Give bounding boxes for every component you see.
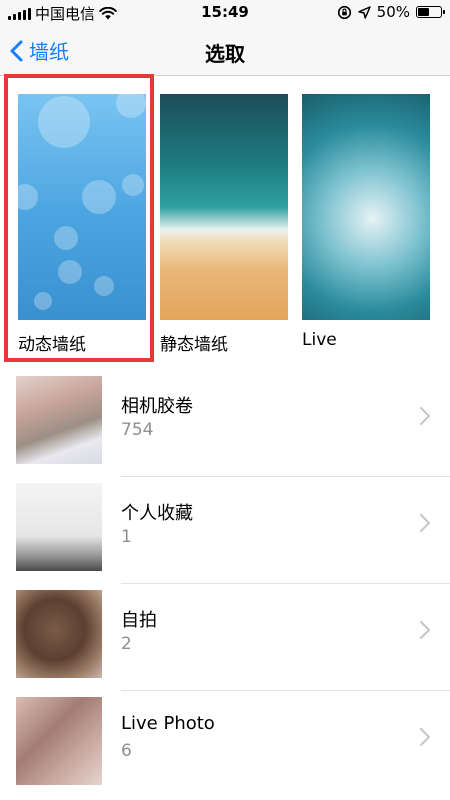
chevron-right-icon [419,727,431,747]
album-name: 自拍 [121,610,157,631]
live-wallpaper-tile[interactable] [302,94,430,320]
album-thumbnail [16,697,102,785]
bubble-decoration [122,174,144,196]
bubble-decoration [34,292,52,310]
bubble-decoration [82,180,116,214]
wallpaper-categories: 动态墙纸 静态墙纸 Live [0,78,450,360]
navigation-bar: 墙纸 选取 [0,26,450,76]
album-count: 754 [121,420,154,440]
chevron-right-icon [419,406,431,426]
album-count: 1 [121,527,132,547]
album-live-photo[interactable]: Live Photo 6 [0,691,450,798]
status-bar: 中国电信 15:49 50% [0,0,450,26]
album-camera-roll[interactable]: 相机胶卷 754 [0,370,450,477]
battery-icon [416,6,445,18]
battery-level [418,8,429,16]
rotation-lock-icon [337,5,351,19]
bubble-decoration [116,94,146,118]
dynamic-wallpaper-label: 动态墙纸 [18,335,86,355]
still-wallpaper-tile[interactable] [160,94,288,320]
album-count: 6 [121,741,132,761]
album-thumbnail [16,376,102,464]
bubble-decoration [18,184,38,210]
location-arrow-icon [357,5,371,19]
dynamic-wallpaper-tile[interactable] [18,94,146,320]
album-name: Live Photo [121,713,215,734]
chevron-right-icon [419,513,431,533]
live-wallpaper-label: Live [302,330,337,350]
still-wallpaper-label: 静态墙纸 [160,335,228,355]
chevron-right-icon [419,620,431,640]
album-name: 相机胶卷 [121,396,193,417]
album-count: 2 [121,634,132,654]
bubble-decoration [54,226,78,250]
album-thumbnail [16,590,102,678]
album-favorites[interactable]: 个人收藏 1 [0,477,450,584]
album-thumbnail [16,483,102,571]
bubble-decoration [94,276,114,296]
bubble-decoration [38,96,90,148]
status-right: 50% [337,3,445,21]
battery-percent: 50% [376,3,410,21]
album-name: 个人收藏 [121,503,193,524]
bubble-decoration [58,260,82,284]
page-title: 选取 [205,42,245,66]
album-selfies[interactable]: 自拍 2 [0,584,450,691]
